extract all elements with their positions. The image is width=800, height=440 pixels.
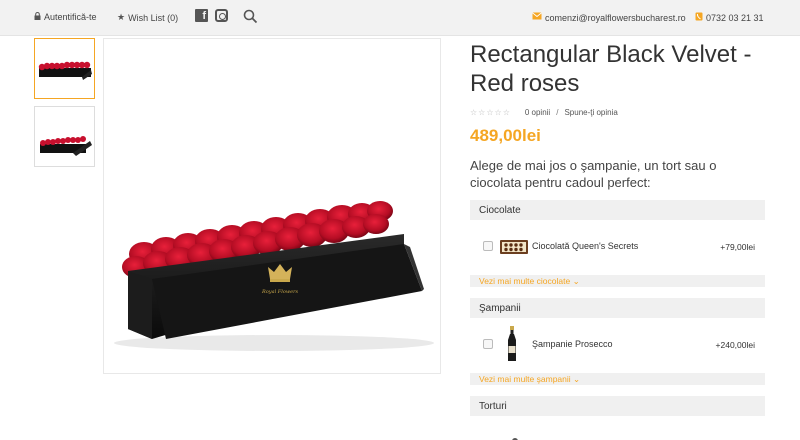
addon-section-cakes: Torturi [470, 396, 765, 440]
phone-link[interactable]: 0732 03 21 31 [695, 12, 764, 24]
envelope-icon [532, 12, 542, 23]
thumbnail-2[interactable] [34, 106, 95, 167]
addon-checkbox[interactable] [483, 241, 493, 251]
more-champagnes-label: Vezi mai multe şampanii [479, 374, 571, 384]
addon-price: +79,00lei [720, 242, 755, 252]
login-label: Autentifică-te [44, 12, 97, 22]
product-title: Rectangular Black Velvet - Red roses [470, 41, 752, 97]
star-icon: ★ [117, 12, 126, 22]
product-main-image[interactable]: Royal Flowers [103, 38, 441, 374]
wishlist-label: Wish List (0) [128, 12, 179, 23]
thumbnail-1[interactable] [34, 38, 95, 99]
phone-text: 0732 03 21 31 [706, 13, 764, 23]
section-heading: Şampanii [470, 298, 765, 318]
more-champagnes-link[interactable]: Vezi mai multe şampanii ⌄ [470, 373, 765, 385]
email-text: comenzi@royalflowersbucharest.ro [545, 12, 686, 23]
more-chocolates-link[interactable]: Vezi mai multe ciocolate ⌄ [470, 275, 765, 287]
section-heading: Ciocolate [470, 200, 765, 220]
facebook-icon[interactable]: f [195, 9, 208, 22]
addons-intro: Alege de mai jos o şampanie, un tort sau… [470, 158, 717, 190]
login-link[interactable]: Autentifică-te [34, 12, 97, 22]
email-link[interactable]: comenzi@royalflowersbucharest.ro [532, 12, 686, 23]
addon-checkbox[interactable] [483, 339, 493, 349]
instagram-icon[interactable] [215, 9, 228, 22]
top-bar: Autentifică-te ★ Wish List (0) f comenzi… [0, 0, 800, 36]
reviews-count-link[interactable]: 0 opinii [525, 108, 550, 117]
addon-option: Şampanie Prosecco +240,00lei [470, 318, 765, 373]
phone-icon [695, 12, 703, 24]
cake-image [510, 432, 520, 440]
box-logo-text: Royal Flowers [261, 289, 298, 295]
wishlist-link[interactable]: ★ Wish List (0) [117, 12, 178, 23]
chevron-down-icon: ⌄ [572, 276, 580, 286]
addon-name: Ciocolată Queen's Secrets [532, 241, 639, 251]
addon-section-champagne: Şampanii Şampanie Prosecco +240,00lei Ve… [470, 298, 765, 385]
addon-section-chocolate: Ciocolate Ciocolată Queen's Secrets +79,… [470, 200, 765, 287]
chocolate-box-image [499, 233, 529, 264]
review-separator: / [556, 108, 559, 117]
more-chocolates-label: Vezi mai multe ciocolate [479, 276, 571, 286]
rating-row: ☆☆☆☆☆ 0 opinii / Spune-ţi opinia [470, 108, 618, 117]
lock-icon [34, 12, 41, 22]
social-links: f [195, 9, 228, 22]
addon-price: +240,00lei [715, 340, 755, 350]
section-heading: Torturi [470, 396, 765, 416]
search-icon[interactable] [243, 9, 258, 24]
rating-stars-icon: ☆☆☆☆☆ [470, 108, 511, 117]
addon-option: Ciocolată Queen's Secrets +79,00lei [470, 220, 765, 275]
addon-name: Şampanie Prosecco [532, 339, 613, 349]
champagne-bottle-image [505, 326, 519, 367]
product-price: 489,00lei [470, 126, 541, 145]
chevron-down-icon: ⌄ [573, 374, 581, 384]
write-review-link[interactable]: Spune-ţi opinia [564, 108, 617, 117]
addon-option [470, 416, 765, 440]
